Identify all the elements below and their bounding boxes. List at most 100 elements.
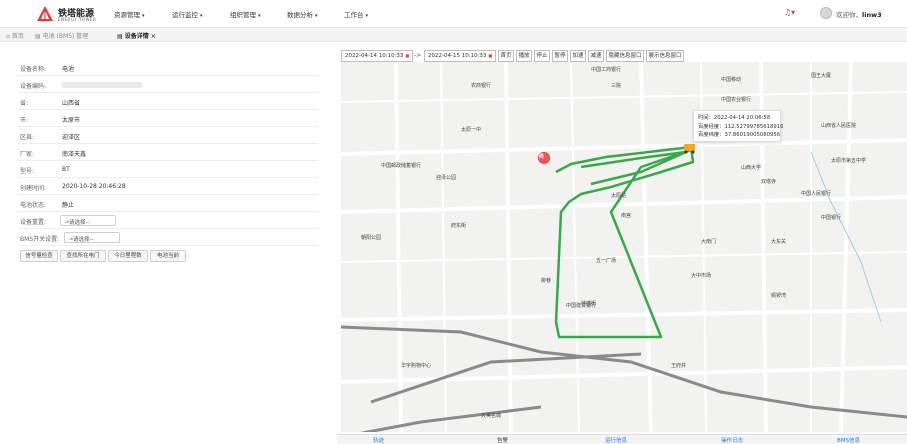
tab-device-detail[interactable]: ▤ 设备详情 ✕	[117, 31, 156, 40]
poi-label: 山西省人民医院	[821, 123, 857, 129]
poi-label: 五一广场	[596, 258, 617, 264]
poi-label: 天美名城	[481, 413, 502, 419]
nav-operation-monitor[interactable]: 运行监控 ▾	[172, 9, 203, 19]
poi-label: 柳巷	[541, 278, 552, 284]
field-row: 创建时间: 2020-10-28 20:46:28	[18, 179, 318, 195]
poi-label: 大中市场	[691, 273, 712, 279]
pause-button[interactable]: 暂停	[552, 50, 568, 62]
brand-subtitle: ENERGY TOWER	[58, 17, 97, 22]
brand-logo-icon	[37, 6, 53, 21]
chevron-down-icon: ▾	[258, 13, 261, 19]
tab-runtime-info[interactable]: 运行信息	[605, 436, 627, 444]
field-row: 型号: BT	[18, 162, 318, 178]
calendar-icon: ■	[488, 53, 493, 58]
field-row: 市: 太原市	[18, 111, 318, 127]
poi-label: 三院	[611, 83, 622, 89]
poi-label: 中国移动	[721, 77, 742, 83]
end-date-input[interactable]: 2022-04-15 10:10:33 ■	[424, 50, 496, 62]
device-code-blurred	[62, 82, 142, 88]
signal-check-button[interactable]: 信号量检查	[20, 250, 58, 262]
tab-home[interactable]: ⌂ 首页	[6, 31, 24, 40]
poi-label: 太原一中	[461, 127, 482, 133]
field-row: 厂家: 南泽天鑫	[18, 145, 318, 161]
tab-track[interactable]: 轨迹	[373, 436, 384, 444]
page-icon: ▤	[117, 33, 125, 40]
poi-label: 中国农业银行	[721, 97, 752, 103]
chevron-down-icon: ▾	[142, 13, 145, 19]
username: linw3	[862, 11, 882, 19]
tab-battery-management[interactable]: ▤ 电池 (BMS) 管理	[35, 31, 88, 40]
battery-current-button[interactable]: 电池当前	[150, 250, 186, 262]
track-info-window: 时间：2022-04-14 20:06:58 百度经度：112.52799785…	[693, 110, 784, 142]
chevron-down-icon: ▾	[200, 13, 203, 19]
poi-label: 山西大学	[741, 165, 762, 171]
nav-resource-management[interactable]: 资源管理 ▾	[114, 9, 145, 19]
bottom-tab-bar: 轨迹 告警 运行信息 操作日志 BMS信息	[337, 434, 907, 444]
hide-info-window-button[interactable]: 隐藏信息窗口	[606, 50, 644, 62]
field-row-bms-switch: BMS开关设置: --请选择-- ⌄	[18, 230, 318, 246]
poi-label: 中国人民银行	[801, 191, 832, 197]
field-row: 省: 山西省	[18, 94, 318, 110]
poi-label: 华宇购物中心	[401, 363, 432, 369]
tab-bms-info[interactable]: BMS信息	[837, 436, 860, 444]
info-longitude: 百度经度：112.52799785618916	[698, 123, 784, 130]
top-bar: 铁塔能源 ENERGY TOWER 资源管理 ▾ 运行监控 ▾ 组织管理 ▾ 数据分析…	[0, 0, 907, 28]
tab-operation-log[interactable]: 操作日志	[721, 436, 743, 444]
bms-switch-select[interactable]: --请选择-- ⌄	[64, 232, 120, 243]
poi-label: 太原站	[611, 193, 627, 199]
start-date-input[interactable]: 2022-04-14 10:10:33 ■	[341, 50, 413, 62]
poi-label: 中国建设银行	[566, 303, 597, 309]
show-info-window-button[interactable]: 展示信息窗口	[646, 50, 684, 62]
device-reset-select[interactable]: --请选择-- ⌄	[60, 215, 116, 226]
nav-organization[interactable]: 组织管理 ▾	[230, 9, 261, 19]
poi-label: 农商银行	[471, 83, 492, 89]
today-mileage-button[interactable]: 今日里程数	[108, 250, 148, 262]
track-map[interactable]: 终 农商银行 中国工商银行 三院 中国移动 国王大厦 太原一中 中国农业银行 中…	[341, 62, 907, 432]
field-row: 电池状态: 静止	[18, 196, 318, 212]
play-button[interactable]: 播放	[516, 50, 532, 62]
end-marker-label: 终	[539, 154, 545, 160]
tab-alarm[interactable]: 告警	[497, 436, 508, 444]
poi-label: 中国邮政储蓄银行	[381, 163, 422, 169]
poi-label: 王府井	[671, 363, 687, 369]
close-icon[interactable]: ✕	[151, 33, 156, 40]
poi-label: 朝阳公园	[361, 235, 382, 241]
avatar[interactable]	[820, 7, 832, 19]
field-row-device-reset: 设备重置: --请选择-- ⌄	[18, 213, 318, 229]
stop-button[interactable]: 停止	[534, 50, 550, 62]
poi-label: 大南门	[701, 239, 717, 245]
map-roads	[341, 62, 907, 432]
chevron-down-icon: ▾	[365, 13, 369, 19]
nav-data-analysis[interactable]: 数据分析 ▾	[287, 9, 318, 19]
info-time: 时间：2022-04-14 20:06:58	[698, 115, 771, 121]
nav-workbench[interactable]: 工作台 ▾	[344, 9, 368, 19]
poi-label: 双塔寺	[761, 179, 777, 185]
slow-down-button[interactable]: 减速	[588, 50, 604, 62]
find-door-button[interactable]: 查找所在电门	[60, 250, 106, 262]
page-icon: ▤	[35, 33, 43, 40]
poi-label: 大东关	[771, 239, 787, 245]
chevron-down-icon: ▾	[315, 13, 318, 19]
calendar-icon: ■	[405, 53, 410, 58]
notification-bell-icon[interactable]: ♫▾	[784, 8, 795, 17]
poi-label: 国王大厦	[811, 73, 832, 79]
chevron-down-icon: ⌄	[65, 217, 71, 224]
field-row: 设备名称: 电池	[18, 60, 318, 76]
chevron-down-icon: ⌄	[69, 234, 75, 241]
device-detail-panel: 设备名称: 电池 设备编码: 省: 山西省 市: 太原市 区县: 迎泽区 厂家: 南泽天鑫…	[0, 42, 332, 444]
poi-label: 中国工商银行	[591, 67, 622, 73]
poi-label: 铜锣湾	[771, 293, 787, 299]
poi-label: 中国银行	[821, 215, 842, 221]
poi-label: 南宫	[621, 213, 632, 219]
poi-label: 府东街	[451, 223, 467, 229]
speed-up-button[interactable]: 加速	[570, 50, 586, 62]
first-page-button[interactable]: 首页	[498, 50, 514, 62]
poi-label: 太原市第五中学	[831, 158, 867, 164]
poi-label: 迎泽公园	[436, 175, 457, 181]
date-range-arrow: ->	[414, 52, 422, 59]
tab-bar: ⌂ 首页 ▤ 电池 (BMS) 管理 ▤ 设备详情 ✕	[0, 28, 907, 42]
field-row: 区县: 迎泽区	[18, 128, 318, 144]
info-latitude: 百度纬度：37.86019005080956	[698, 132, 781, 138]
welcome-text[interactable]: 欢迎你，linw3	[836, 9, 882, 19]
field-row: 设备编码:	[18, 77, 318, 93]
